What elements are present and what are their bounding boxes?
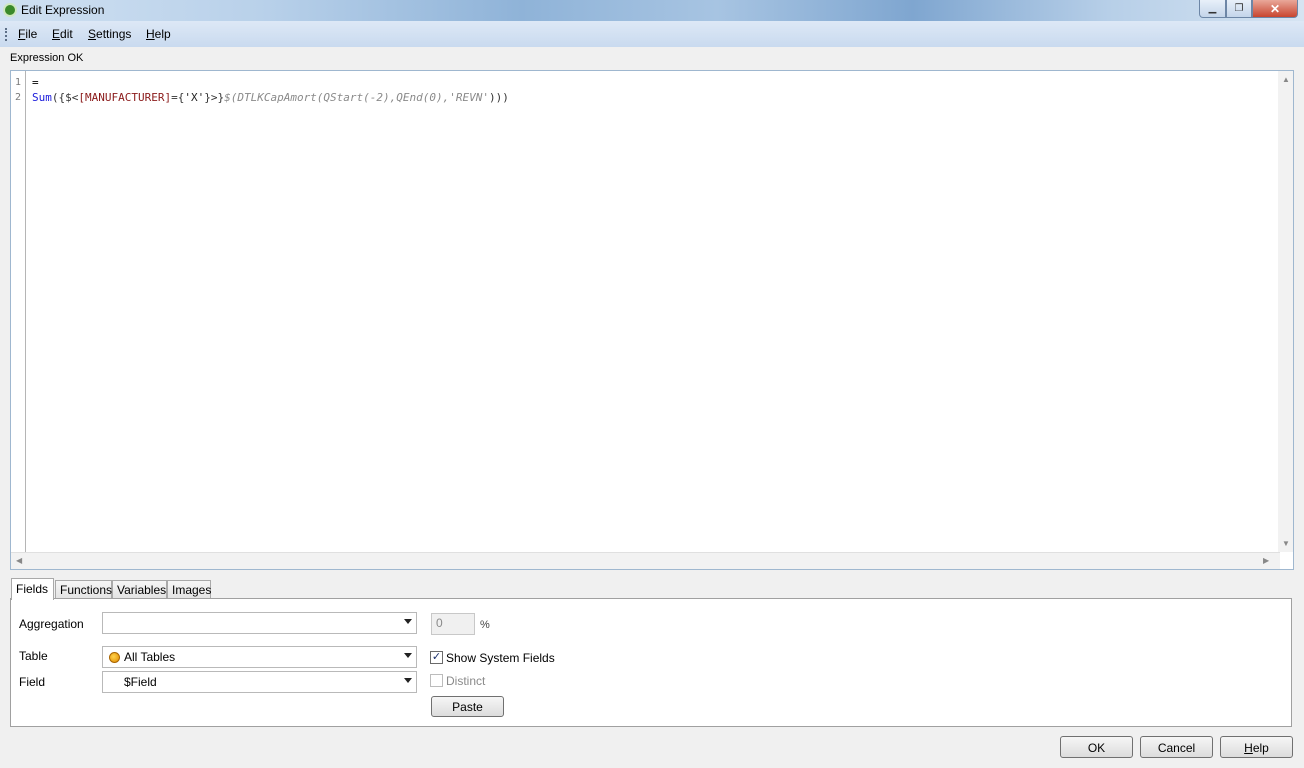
show-system-fields-checkbox[interactable]: ✓ (430, 651, 443, 664)
help-button[interactable]: Help (1220, 736, 1293, 758)
expression-status: Expression OK (10, 52, 84, 64)
fields-panel: Aggregation 0 % Table All Tables ✓ Show … (10, 598, 1292, 727)
chevron-down-icon (404, 678, 412, 683)
scroll-right-icon[interactable]: ▶ (1263, 556, 1269, 565)
show-system-fields-label: Show System Fields (446, 651, 555, 665)
aggregation-select[interactable] (102, 612, 417, 634)
table-icon (109, 652, 120, 663)
code-line-1[interactable]: = (32, 76, 39, 89)
restore-button[interactable]: ❐ (1226, 0, 1252, 18)
code-token-punctuation: ))) (489, 91, 509, 104)
paste-button[interactable]: Paste (431, 696, 504, 717)
distinct-checkbox[interactable] (430, 674, 443, 687)
cancel-button[interactable]: Cancel (1140, 736, 1213, 758)
tab-functions[interactable]: Functions (55, 580, 112, 599)
percent-input[interactable]: 0 (431, 613, 475, 635)
code-token-punctuation: ({$< (51, 91, 79, 104)
code-line-2[interactable]: Sum({$<[MANUFACTURER]={'X'}>}$(DTLKCapAm… (32, 91, 509, 104)
code-token-function: Sum (32, 91, 52, 104)
tab-images[interactable]: Images (167, 580, 211, 599)
close-icon: ✕ (1269, 1, 1281, 16)
code-token-field: [MANUFACTURER] (78, 91, 172, 104)
menu-file[interactable]: File (18, 27, 37, 41)
title-bar: Edit Expression ▁ ❐ ✕ (0, 0, 1304, 21)
table-select[interactable]: All Tables (102, 646, 417, 668)
tab-fields[interactable]: Fields (11, 578, 54, 600)
window-title: Edit Expression (21, 3, 105, 17)
field-select[interactable]: $Field (102, 671, 417, 693)
chevron-down-icon (404, 619, 412, 624)
menu-help[interactable]: Help (146, 27, 171, 41)
line-number: 2 (15, 92, 22, 103)
table-label: Table (19, 649, 48, 663)
scroll-down-icon[interactable]: ▼ (1282, 539, 1290, 548)
menu-bar: File Edit Settings Help (0, 21, 1304, 47)
minimize-button[interactable]: ▁ (1199, 0, 1226, 18)
aggregation-label: Aggregation (19, 617, 84, 631)
minimize-icon: ▁ (1208, 3, 1217, 14)
expression-editor[interactable]: 1 2 = Sum({$<[MANUFACTURER]={'X'}>}$(DTL… (10, 70, 1294, 570)
scroll-left-icon[interactable]: ◀ (16, 556, 22, 565)
menu-settings[interactable]: Settings (88, 27, 131, 41)
vertical-scrollbar[interactable]: ▲ ▼ (1278, 71, 1293, 552)
qlikview-logo-icon (3, 3, 17, 17)
line-number-gutter: 1 2 (11, 71, 26, 552)
horizontal-scrollbar[interactable]: ◀ ▶ (11, 552, 1280, 569)
line-number: 1 (15, 77, 22, 88)
field-label: Field (19, 675, 46, 689)
ok-button[interactable]: OK (1060, 736, 1133, 758)
menu-edit[interactable]: Edit (52, 27, 73, 41)
tab-variables[interactable]: Variables (112, 580, 167, 599)
code-token-variable: $(DTLKCapAmort(QStart(-2),QEnd(0),'REVN' (224, 91, 489, 104)
scroll-up-icon[interactable]: ▲ (1282, 75, 1290, 84)
restore-icon: ❐ (1234, 3, 1244, 14)
menu-grip-icon (5, 28, 8, 41)
percent-symbol: % (480, 619, 490, 631)
distinct-label: Distinct (446, 674, 486, 688)
close-button[interactable]: ✕ (1252, 0, 1298, 18)
code-token-string: 'X' (184, 91, 205, 104)
code-token-punctuation: ={ (171, 91, 185, 104)
code-token-punctuation: }>} (204, 91, 225, 104)
chevron-down-icon (404, 653, 412, 658)
